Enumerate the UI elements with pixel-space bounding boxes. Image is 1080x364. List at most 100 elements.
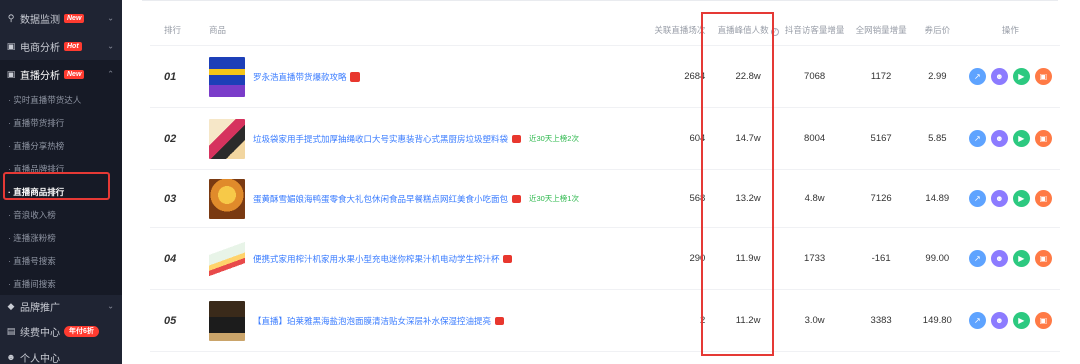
price-cell: 5.85 (928, 133, 947, 144)
shopping-bag-icon[interactable]: ▣ (1034, 312, 1052, 329)
sales-cell: 7126 (870, 193, 892, 204)
discount-badge: 年付6折 (64, 325, 99, 337)
table-row: 05 【直播】珀莱雅黑海盐泡泡面膜清洁贴女深层补水保湿控油提亮 2 11.2w … (150, 290, 1060, 352)
play-video-icon[interactable]: ▶ (1012, 190, 1030, 207)
search-icon: ⚲ (7, 12, 15, 23)
nav-brand-promo[interactable]: ◆ 品牌推广 ⌄ (0, 295, 122, 317)
rank-cell: 03 (150, 193, 209, 205)
product-cell: 【直播】珀莱雅黑海盐泡泡面膜清洁贴女深层补水保湿控油提亮 (208, 300, 612, 341)
rank-cell: 02 (150, 133, 209, 145)
table-header: 排行 商品 关联直播场次 直播峰值人数? 抖音访客量增量 全网销量增量 券后价 … (150, 14, 1060, 46)
rank-number: 02 (164, 132, 177, 145)
header-sales[interactable]: 全网销量增量 (848, 24, 914, 36)
play-video-icon[interactable]: ▶ (1012, 130, 1030, 147)
product-name-link[interactable]: 垃圾袋家用手提式加厚抽绳收口大号实惠装背心式黑厨房垃圾塑料袋 (253, 133, 508, 145)
peak-cell: 14.7w (735, 133, 761, 144)
play-video-icon[interactable]: ▶ (1012, 250, 1030, 267)
trend-chart-icon[interactable]: ↗ (968, 68, 986, 85)
user-icon: ☻ (6, 352, 16, 362)
new-badge: New (64, 69, 85, 79)
sidebar-item-realtime-live[interactable]: · 实时直播带货达人 (0, 88, 122, 111)
header-peak[interactable]: 直播峰值人数? (715, 24, 781, 36)
header-price[interactable]: 券后价 (914, 24, 961, 36)
user-profile-icon[interactable]: ☻ (990, 190, 1008, 207)
nav-ecommerce[interactable]: ▣ 电商分析 Hot ⌄ (0, 32, 122, 60)
chevron-up-icon: ⌃ (107, 69, 114, 79)
trend-chart-icon[interactable]: ↗ (968, 190, 986, 207)
user-profile-icon[interactable]: ☻ (990, 250, 1008, 267)
play-video-icon[interactable]: ▶ (1012, 68, 1030, 85)
sidebar-item-live-ranking[interactable]: · 直播带货排行 (0, 111, 122, 134)
sidebar: ⚲ 数据监测 New ⌄ ▣ 电商分析 Hot ⌄ ▣ 直播分析 New ⌃ ·… (0, 0, 122, 364)
sidebar-item-income-ranking[interactable]: · 音浪收入榜 (0, 203, 122, 226)
nav-label: 个人中心 (20, 353, 60, 364)
ops-cell: ↗ ☻ ▶ ▣ (961, 312, 1060, 329)
store-icon (511, 194, 521, 203)
product-name-link[interactable]: 蛋黄酥雪媚娘海鸭蛋零食大礼包休闲食品早餐糕点网红美食小吃面包 (253, 193, 508, 205)
store-icon (350, 71, 361, 82)
sidebar-item-account-search[interactable]: · 直播号搜索 (0, 249, 122, 272)
product-image[interactable] (208, 238, 245, 279)
user-profile-icon[interactable]: ☻ (990, 312, 1008, 329)
trend-chart-icon[interactable]: ↗ (968, 130, 986, 147)
sidebar-item-product-ranking[interactable]: · 直播商品排行 (0, 180, 122, 203)
shopping-bag-icon[interactable]: ▣ (1034, 250, 1052, 267)
peak-cell: 11.9w (735, 253, 761, 264)
shopping-bag-icon[interactable]: ▣ (1034, 190, 1052, 207)
new-badge: New (64, 13, 85, 23)
table-row: 02 垃圾袋家用手提式加厚抽绳收口大号实惠装背心式黑厨房垃圾塑料袋 近30天上榜… (150, 108, 1060, 170)
product-name-link[interactable]: 罗永浩直播带货爆款攻略 (253, 71, 347, 83)
sidebar-item-live-share[interactable]: · 直播分享热榜 (0, 134, 122, 157)
trend-chart-icon[interactable]: ↗ (968, 250, 986, 267)
help-icon[interactable]: ? (770, 27, 779, 36)
rank-number: 04 (164, 252, 177, 265)
nav-live-analysis[interactable]: ▣ 直播分析 New ⌃ (0, 60, 122, 88)
store-icon (511, 134, 521, 143)
trend-chart-icon[interactable]: ↗ (968, 312, 986, 329)
product-image[interactable] (208, 300, 245, 341)
visit-cell: 4.8w (804, 193, 825, 204)
price-cell: 2.99 (928, 71, 947, 82)
table-row: 03 蛋黄酥雪媚娘海鸭蛋零食大礼包休闲食品早餐糕点网红美食小吃面包 近30天上榜… (150, 170, 1060, 228)
product-image[interactable] (208, 56, 245, 97)
nav-label: 续费中心 (20, 327, 60, 339)
sales-cell: 5167 (870, 133, 892, 144)
sidebar-item-brand-ranking[interactable]: · 直播品牌排行 (0, 157, 122, 180)
user-profile-icon[interactable]: ☻ (990, 130, 1008, 147)
peak-cell: 11.2w (735, 315, 761, 326)
product-image[interactable] (208, 178, 245, 219)
header-sessions[interactable]: 关联直播场次 (612, 24, 716, 36)
product-cell: 便携式家用榨汁机家用水果小型充电迷你榨果汁机电动学生榨汁杯 (208, 238, 612, 279)
hot-badge: Hot (64, 41, 82, 51)
header-visit[interactable]: 抖音访客量增量 (781, 24, 848, 36)
play-video-icon[interactable]: ▶ (1012, 312, 1030, 329)
chevron-down-icon: ⌄ (107, 13, 114, 23)
nav-label: 直播分析 (20, 70, 60, 82)
user-profile-icon[interactable]: ☻ (990, 68, 1008, 85)
peak-cell: 22.8w (735, 71, 761, 82)
sessions-cell: 604 (689, 133, 706, 144)
product-name-link[interactable]: 【直播】珀莱雅黑海盐泡泡面膜清洁贴女深层补水保湿控油提亮 (253, 315, 491, 327)
sales-cell: -161 (871, 253, 891, 264)
shopping-bag-icon[interactable]: ▣ (1034, 130, 1052, 147)
sidebar-item-room-search[interactable]: · 直播间搜索 (0, 272, 122, 295)
store-icon (494, 316, 504, 325)
nav-label: 品牌推广 (20, 302, 60, 314)
live-icon: ▣ (6, 68, 16, 79)
table-row: 01 罗永浩直播带货爆款攻略 2684 22.8w 7068 1172 2.99… (150, 46, 1060, 108)
sessions-cell: 290 (689, 253, 706, 264)
nav-renewal[interactable]: ▤ 续费中心 年付6折 (0, 317, 122, 345)
product-name-link[interactable]: 便携式家用榨汁机家用水果小型充电迷你榨果汁机电动学生榨汁杯 (253, 253, 500, 265)
visit-cell: 7068 (804, 71, 826, 82)
sidebar-item-fans-ranking[interactable]: · 连播涨粉榜 (0, 226, 122, 249)
header-product: 商品 (209, 24, 612, 36)
sessions-cell: 2 (700, 315, 706, 326)
shopping-bag-icon[interactable]: ▣ (1034, 68, 1052, 85)
sales-cell: 1172 (870, 71, 892, 82)
nav-data-monitor[interactable]: ⚲ 数据监测 New ⌄ (0, 4, 122, 32)
product-image[interactable] (208, 118, 245, 159)
nav-user-center[interactable]: ☻ 个人中心 (0, 345, 122, 364)
rank-number: 05 (164, 314, 177, 327)
visit-cell: 3.0w (804, 315, 825, 326)
product-cell: 罗永浩直播带货爆款攻略 (208, 56, 612, 97)
